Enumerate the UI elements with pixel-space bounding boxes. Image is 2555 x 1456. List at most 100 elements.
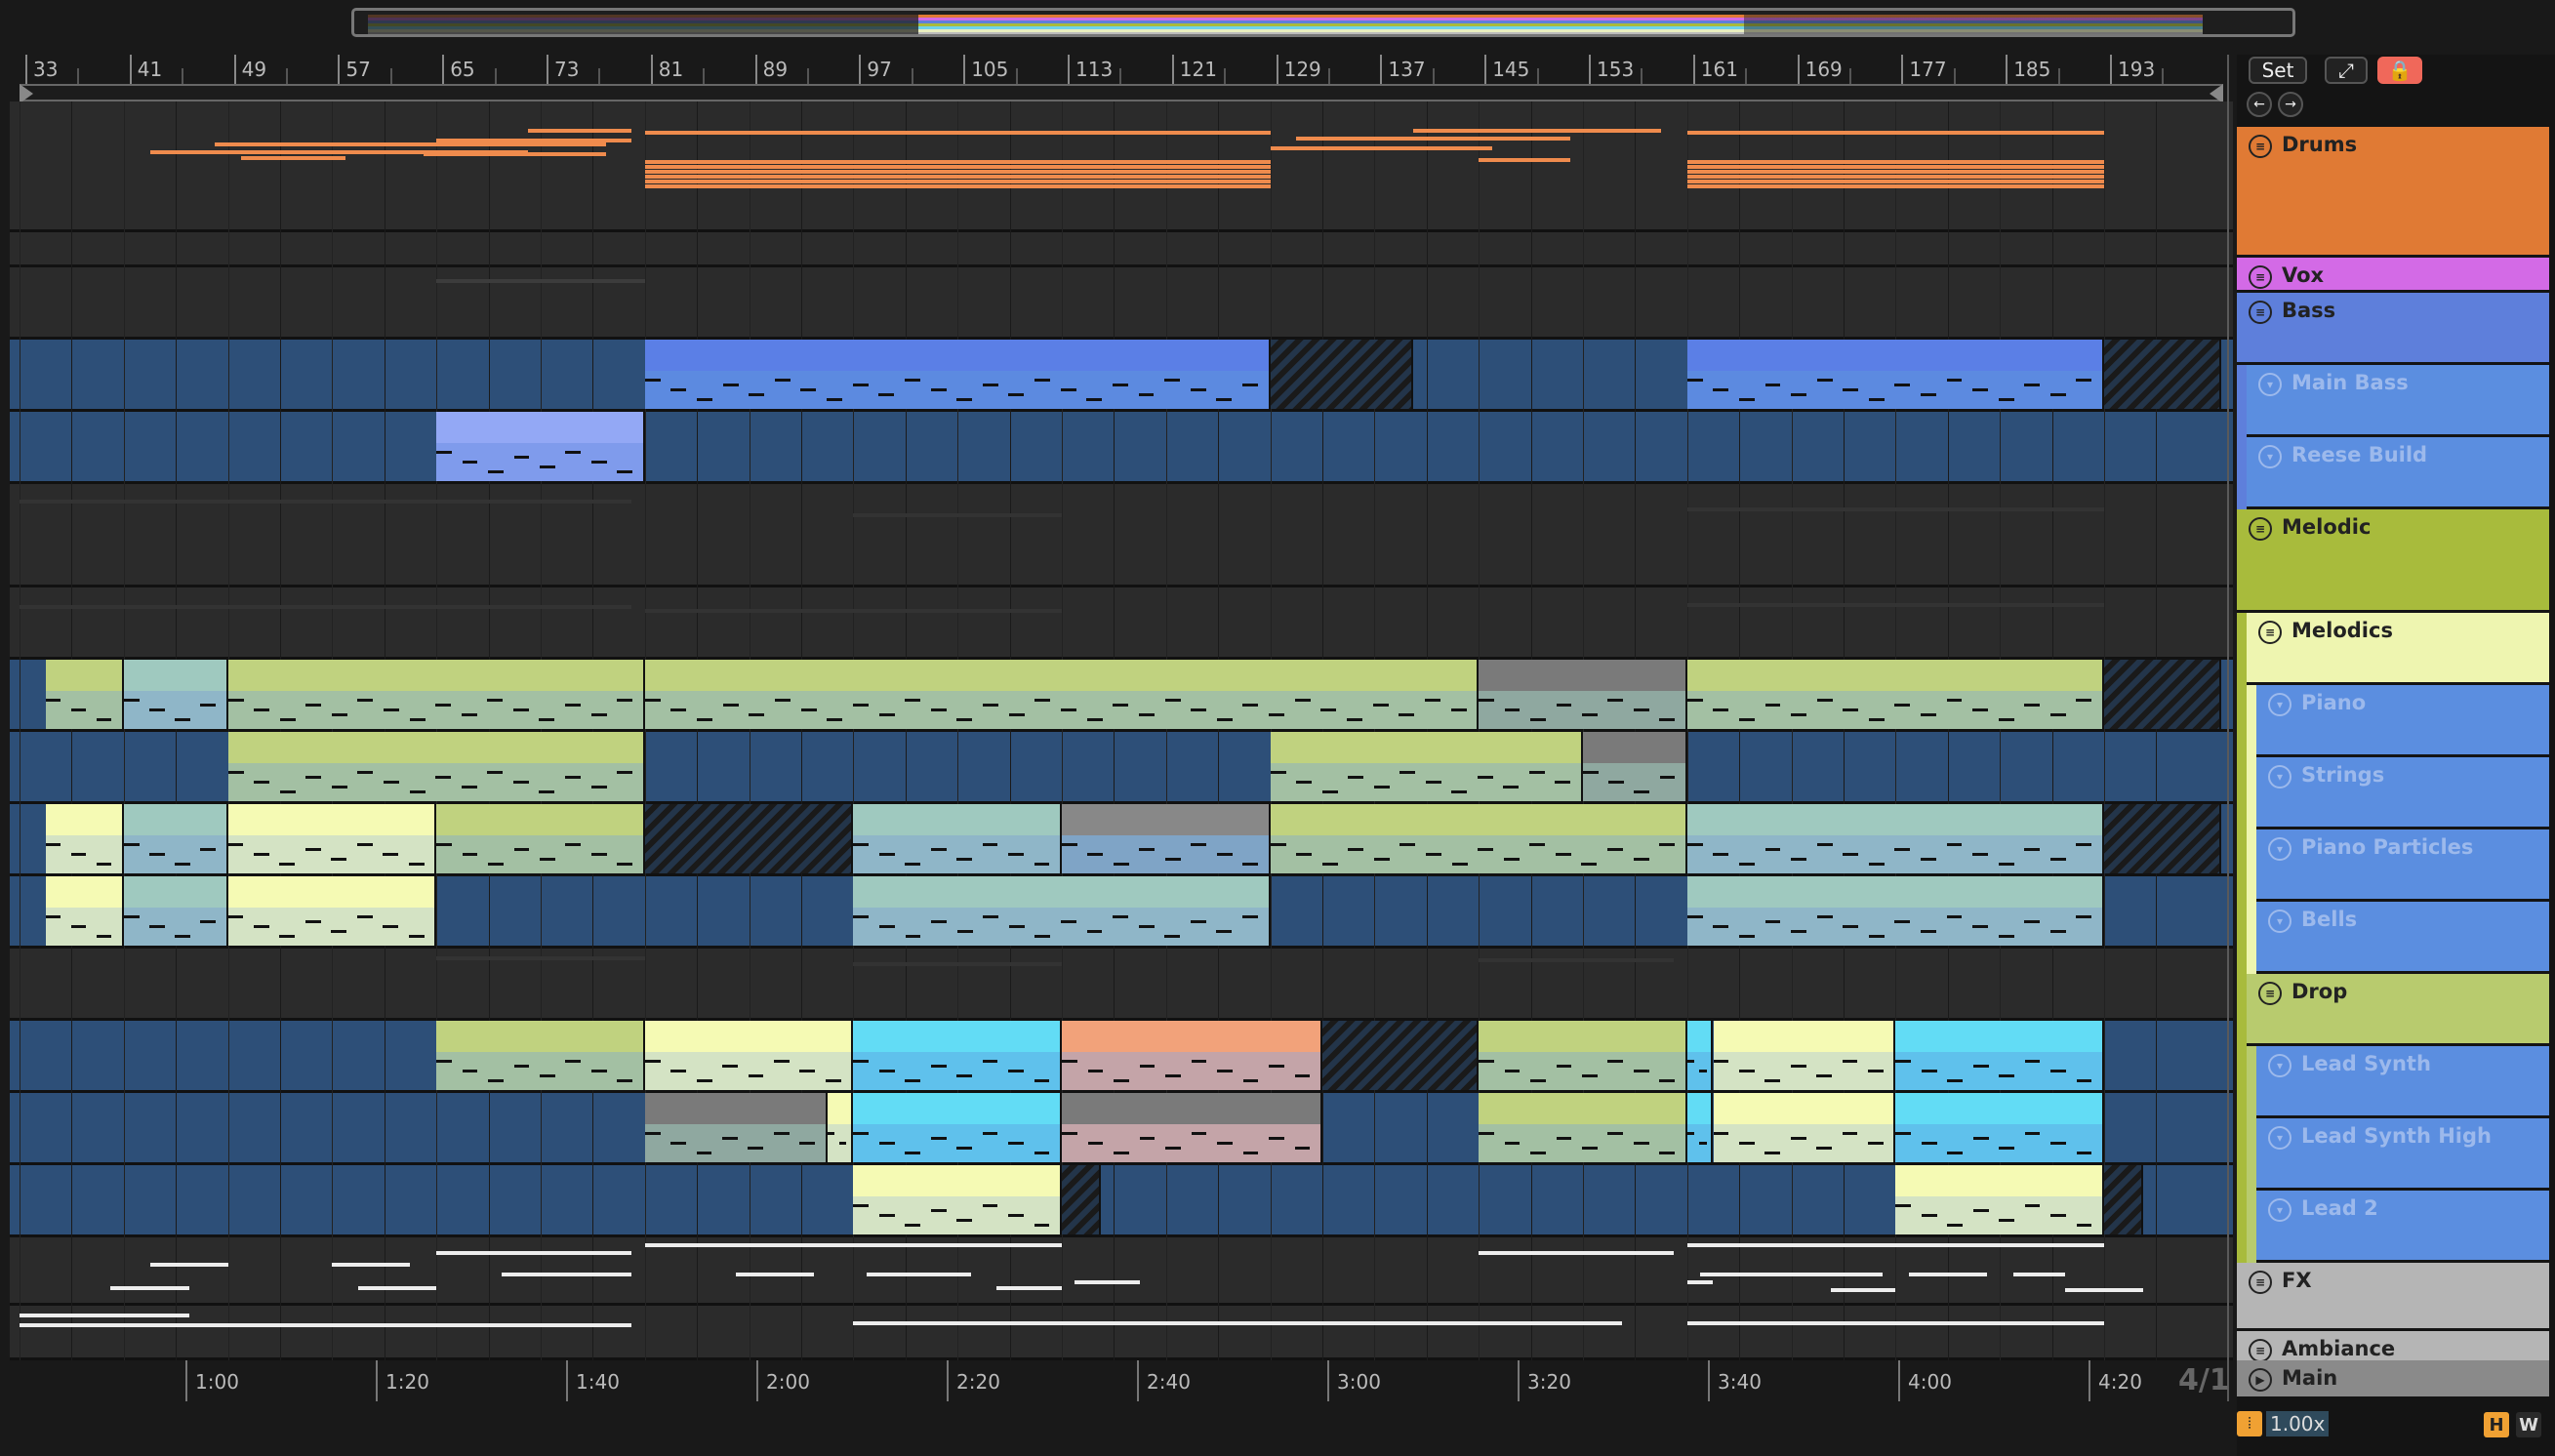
clip[interactable] bbox=[123, 804, 228, 873]
lane-main-bass[interactable] bbox=[10, 340, 2233, 412]
clip[interactable] bbox=[1895, 1021, 2104, 1090]
clip[interactable] bbox=[123, 876, 228, 946]
arrangement-lanes[interactable] bbox=[10, 101, 2233, 1360]
clip[interactable] bbox=[1062, 1165, 1102, 1234]
lane-fx[interactable] bbox=[10, 1237, 2233, 1306]
clip[interactable] bbox=[853, 804, 1062, 873]
group-fold-icon[interactable]: ≡ bbox=[2249, 1339, 2272, 1362]
clip[interactable] bbox=[1270, 732, 1583, 801]
loop-brace[interactable] bbox=[20, 84, 2223, 103]
clip[interactable] bbox=[227, 876, 437, 946]
clip[interactable] bbox=[1062, 804, 1271, 873]
track-fold-icon[interactable]: ▾ bbox=[2268, 1126, 2291, 1150]
clip[interactable] bbox=[1713, 1093, 1896, 1162]
clip[interactable] bbox=[644, 1093, 828, 1162]
clip[interactable] bbox=[2104, 804, 2222, 873]
clip[interactable] bbox=[1479, 1093, 1687, 1162]
expand-icon[interactable]: ⤢ bbox=[2325, 57, 2368, 84]
clip[interactable] bbox=[644, 660, 1480, 729]
clip[interactable] bbox=[644, 804, 854, 873]
main-play-icon[interactable]: ▶ bbox=[2249, 1368, 2272, 1392]
track-header-bells[interactable]: ▾ Bells bbox=[2256, 902, 2549, 974]
nav-back-icon[interactable]: ← bbox=[2247, 92, 2272, 117]
lock-icon[interactable]: 🔒 bbox=[2377, 57, 2422, 84]
w-toggle-button[interactable]: W bbox=[2516, 1412, 2541, 1437]
clip[interactable] bbox=[1270, 804, 1687, 873]
track-header-strings[interactable]: ▾ Strings bbox=[2256, 757, 2549, 829]
track-header-main[interactable]: ▶ Main bbox=[2237, 1360, 2549, 1399]
group-fold-icon[interactable]: ≡ bbox=[2249, 517, 2272, 541]
group-fold-icon[interactable]: ≡ bbox=[2249, 265, 2272, 289]
clip[interactable] bbox=[1686, 1021, 1714, 1090]
group-fold-icon[interactable]: ≡ bbox=[2249, 301, 2272, 324]
track-header-piano-particles[interactable]: ▾ Piano Particles bbox=[2256, 829, 2549, 902]
lane-lead-synth-high[interactable] bbox=[10, 1093, 2233, 1165]
track-fold-icon[interactable]: ▾ bbox=[2268, 1198, 2291, 1222]
lane-bass[interactable] bbox=[10, 267, 2233, 340]
lane-drums[interactable] bbox=[10, 101, 2233, 232]
track-header-main-bass[interactable]: ▾ Main Bass bbox=[2247, 365, 2549, 437]
track-fold-icon[interactable]: ▾ bbox=[2268, 693, 2291, 716]
clip[interactable] bbox=[853, 1093, 1062, 1162]
overview-navigator[interactable] bbox=[351, 8, 2295, 37]
clip[interactable] bbox=[827, 1093, 854, 1162]
lane-ambiance[interactable] bbox=[10, 1306, 2233, 1360]
track-header-lead-2[interactable]: ▾ Lead 2 bbox=[2256, 1191, 2549, 1263]
clip[interactable] bbox=[1686, 804, 2104, 873]
clip[interactable] bbox=[227, 660, 645, 729]
lane-piano-particles[interactable] bbox=[10, 804, 2233, 876]
lane-reese-build[interactable] bbox=[10, 412, 2233, 484]
clip[interactable] bbox=[45, 660, 124, 729]
bar-ruler[interactable]: 33 41 49 57 65 73 81 89 97 105 113 121 129 137 145 153 1… bbox=[21, 55, 2232, 84]
lane-strings[interactable] bbox=[10, 732, 2233, 804]
clip[interactable] bbox=[45, 804, 124, 873]
clip[interactable] bbox=[644, 340, 1271, 409]
clip[interactable] bbox=[853, 1165, 1062, 1234]
clip[interactable] bbox=[1895, 1165, 2104, 1234]
track-header-drop[interactable]: ≡ Drop bbox=[2247, 974, 2549, 1046]
lane-lead-2[interactable] bbox=[10, 1165, 2233, 1237]
clip[interactable] bbox=[1686, 876, 2104, 946]
track-fold-icon[interactable]: ▾ bbox=[2258, 373, 2282, 396]
set-button[interactable]: Set bbox=[2249, 57, 2307, 84]
track-fold-icon[interactable]: ▾ bbox=[2268, 837, 2291, 861]
clip[interactable] bbox=[123, 660, 228, 729]
clip[interactable] bbox=[1479, 1021, 1687, 1090]
clip[interactable] bbox=[853, 1021, 1062, 1090]
track-fold-icon[interactable]: ▾ bbox=[2258, 445, 2282, 468]
group-fold-icon[interactable]: ≡ bbox=[2258, 982, 2282, 1005]
lane-bells[interactable] bbox=[10, 876, 2233, 949]
clip[interactable] bbox=[644, 1021, 854, 1090]
waveform-zoom-icon[interactable]: ⦙ bbox=[2237, 1411, 2262, 1436]
group-fold-icon[interactable]: ≡ bbox=[2249, 135, 2272, 158]
track-header-drums[interactable]: ≡ Drums bbox=[2237, 127, 2549, 258]
track-header-fx[interactable]: ≡ FX bbox=[2237, 1263, 2549, 1331]
time-ruler[interactable]: 1:00 1:20 1:40 2:00 2:20 2:40 3:00 3:20 3:40 4:00… bbox=[21, 1360, 2232, 1401]
lane-vox[interactable] bbox=[10, 232, 2233, 289]
clip[interactable] bbox=[1062, 1093, 1322, 1162]
track-header-vox[interactable]: ≡ Vox bbox=[2237, 258, 2549, 293]
track-fold-icon[interactable]: ▾ bbox=[2268, 1054, 2291, 1077]
track-fold-icon[interactable]: ▾ bbox=[2268, 765, 2291, 789]
track-header-bass[interactable]: ≡ Bass bbox=[2237, 293, 2549, 365]
clip[interactable] bbox=[1322, 1021, 1480, 1090]
clip[interactable] bbox=[1686, 340, 2104, 409]
lane-drop[interactable] bbox=[10, 949, 2233, 1021]
clip[interactable] bbox=[1062, 1021, 1322, 1090]
clip[interactable] bbox=[1270, 340, 1414, 409]
clip[interactable] bbox=[227, 804, 437, 873]
track-fold-icon[interactable]: ▾ bbox=[2268, 910, 2291, 933]
clip[interactable] bbox=[436, 804, 645, 873]
clip[interactable] bbox=[227, 732, 645, 801]
group-fold-icon[interactable]: ≡ bbox=[2258, 621, 2282, 644]
clip[interactable] bbox=[1686, 1093, 1714, 1162]
zoom-control[interactable]: ⦙ 1.00x bbox=[2237, 1409, 2330, 1438]
lane-piano[interactable] bbox=[10, 660, 2233, 732]
h-toggle-button[interactable]: H bbox=[2484, 1412, 2509, 1437]
track-header-lead-synth[interactable]: ▾ Lead Synth bbox=[2256, 1046, 2549, 1118]
clip[interactable] bbox=[1895, 1093, 2104, 1162]
lane-melodic[interactable] bbox=[10, 484, 2233, 587]
clip[interactable] bbox=[45, 876, 124, 946]
clip[interactable] bbox=[436, 1021, 645, 1090]
track-header-melodics[interactable]: ≡ Melodics bbox=[2247, 613, 2549, 685]
